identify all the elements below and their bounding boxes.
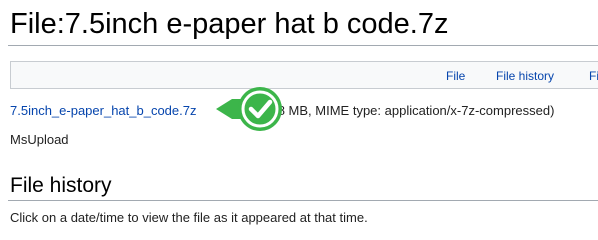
- file-download-link[interactable]: 7.5inch_e-paper_hat_b_code.7z: [10, 103, 196, 118]
- msupload-label: MsUpload: [10, 132, 69, 147]
- file-details: 78 MB, MIME type: application/x-7z-compr…: [270, 103, 555, 118]
- toc-link-file-usage[interactable]: Fi: [589, 62, 598, 90]
- checkmark-badge-icon: [216, 87, 282, 131]
- toc-link-file[interactable]: File: [446, 62, 465, 90]
- title-divider: [8, 45, 598, 46]
- file-toc-bar: File File history Fi: [10, 61, 598, 89]
- file-history-heading: File history: [10, 174, 112, 197]
- page-title: File:7.5inch e-paper hat b code.7z: [10, 8, 449, 40]
- file-history-hint: Click on a date/time to view the file as…: [10, 210, 368, 225]
- toc-link-file-history[interactable]: File history: [496, 62, 554, 90]
- file-history-divider: [8, 200, 598, 201]
